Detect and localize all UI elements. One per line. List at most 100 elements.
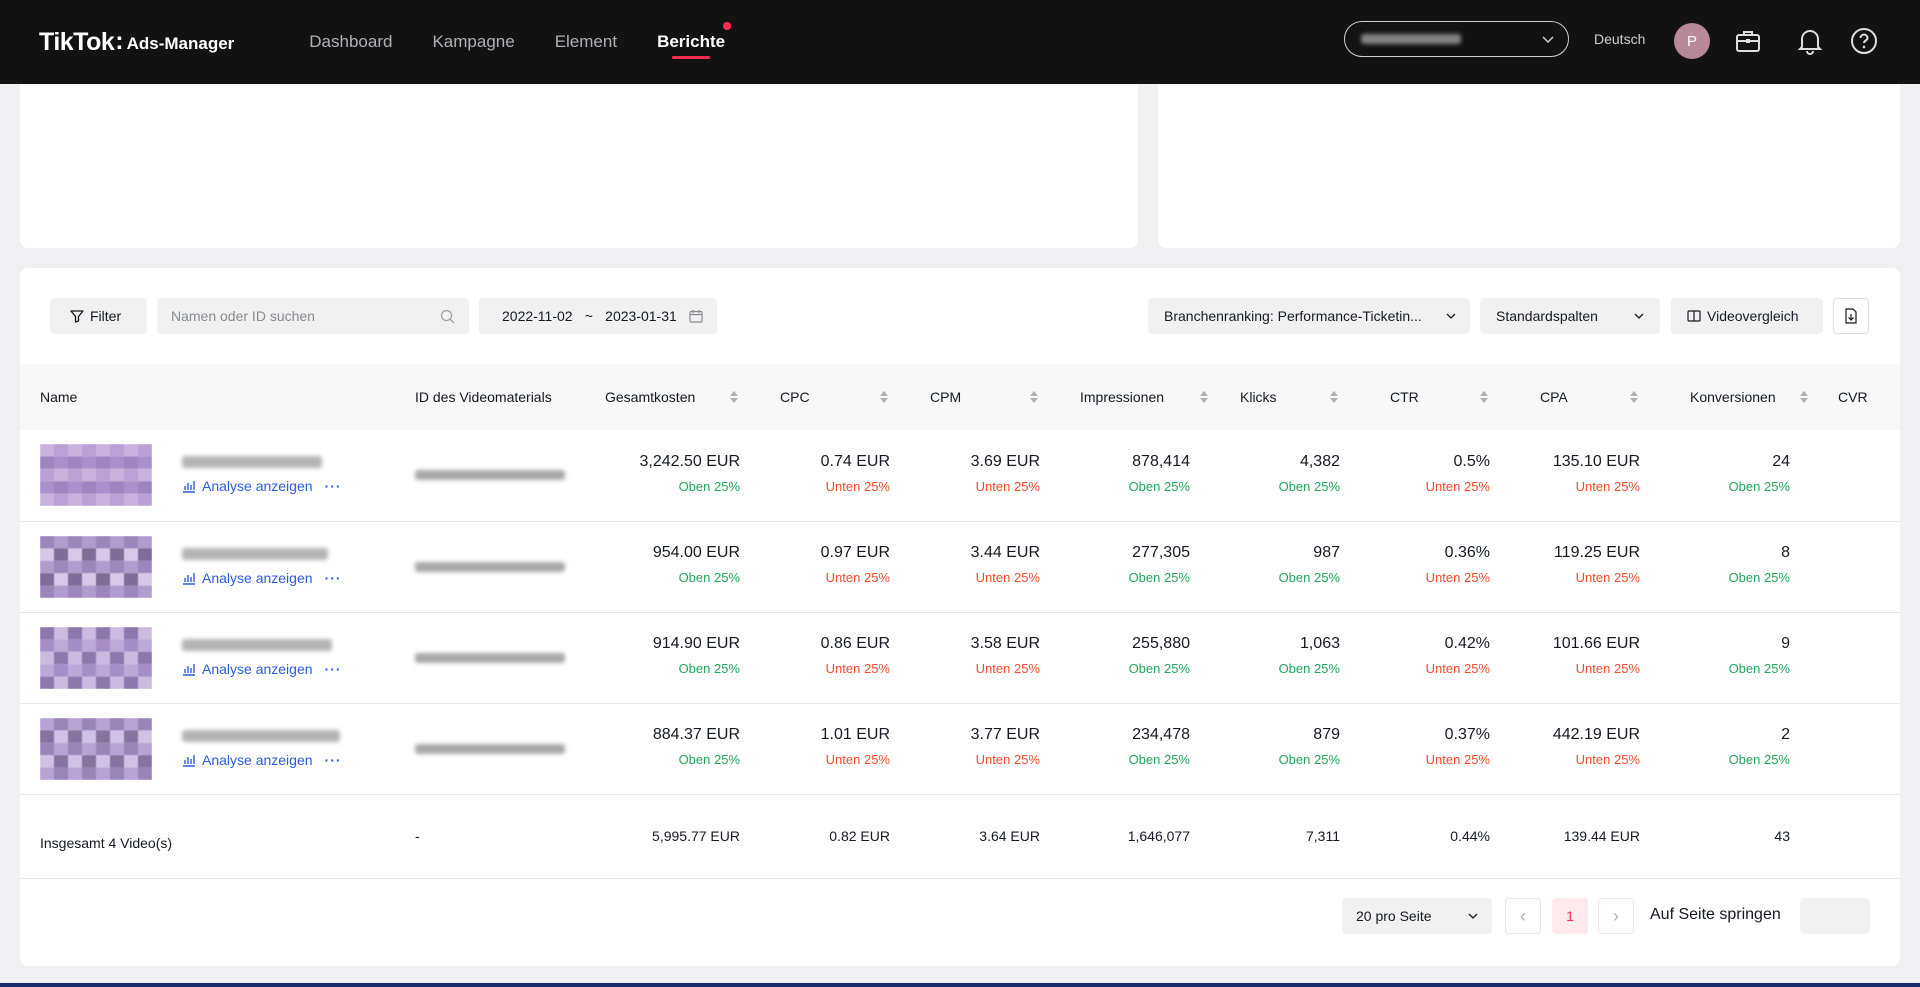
- header-gesamtkosten[interactable]: Gesamtkosten: [595, 364, 760, 430]
- analyse-link[interactable]: Analyse anzeigen ···: [182, 570, 342, 586]
- total-id: -: [415, 828, 420, 844]
- sort-icon[interactable]: [730, 391, 738, 403]
- name-cell: Analyse anzeigen ···: [20, 521, 405, 612]
- video-id-blurred: [415, 743, 565, 754]
- sort-icon[interactable]: [880, 391, 888, 403]
- video-id-blurred: [415, 561, 565, 572]
- help-icon[interactable]: [1846, 23, 1882, 59]
- header-cvr[interactable]: CVR: [1810, 364, 1900, 430]
- total-cpm-cell: 3.64 EUR: [910, 794, 1060, 878]
- analyse-link[interactable]: Analyse anzeigen ···: [182, 661, 342, 677]
- next-page-button[interactable]: ›: [1598, 898, 1634, 934]
- table-row[interactable]: Analyse anzeigen ··· 914.90 EUR Oben 25%…: [20, 612, 1900, 703]
- jump-to-page-input[interactable]: [1800, 898, 1870, 934]
- header-konversionen[interactable]: Konversionen: [1660, 364, 1810, 430]
- gesamtkosten-value: 914.90 EUR: [652, 635, 740, 652]
- nav-element-label: Element: [554, 32, 618, 51]
- more-options-icon[interactable]: ···: [325, 752, 342, 768]
- video-file-name-blurred: [182, 456, 322, 469]
- analyse-link[interactable]: Analyse anzeigen ···: [182, 478, 342, 494]
- chevron-left-icon: ‹: [1520, 905, 1526, 926]
- sort-icon[interactable]: [1330, 391, 1338, 403]
- sort-icon[interactable]: [1030, 391, 1038, 403]
- total-impressionen: 1,646,077: [1127, 828, 1190, 844]
- header-ctr[interactable]: CTR: [1360, 364, 1510, 430]
- cpm-ranking-tag: Unten 25%: [975, 752, 1040, 767]
- avatar[interactable]: P: [1674, 23, 1710, 59]
- cpa-value: 119.25 EUR: [1554, 544, 1640, 561]
- nav-berichte[interactable]: Berichte: [637, 0, 745, 84]
- ctr-ranking-tag: Unten 25%: [1425, 752, 1490, 767]
- header-impressionen[interactable]: Impressionen: [1060, 364, 1210, 430]
- columns-select[interactable]: Standardspalten: [1480, 298, 1660, 334]
- header-name: Name: [20, 364, 405, 430]
- analyse-link[interactable]: Analyse anzeigen ···: [182, 752, 342, 768]
- gesamtkosten-cell: 3,242.50 EUR Oben 25%: [595, 430, 760, 521]
- cvr-cell: [1810, 430, 1900, 521]
- export-button[interactable]: [1833, 298, 1869, 334]
- video-thumbnail[interactable]: [40, 444, 152, 507]
- more-options-icon[interactable]: ···: [325, 478, 342, 494]
- header-cpc-label: CPC: [780, 389, 810, 405]
- search-input[interactable]: [171, 308, 421, 324]
- video-thumbnail[interactable]: [40, 626, 152, 689]
- briefcase-icon[interactable]: [1730, 23, 1766, 59]
- header-video-id: ID des Videomaterials: [405, 364, 595, 430]
- gesamtkosten-ranking-tag: Oben 25%: [678, 478, 740, 494]
- table-row[interactable]: Analyse anzeigen ··· 954.00 EUR Oben 25%…: [20, 521, 1900, 612]
- account-select[interactable]: [1344, 21, 1569, 57]
- cpc-value: 0.74 EUR: [820, 452, 890, 470]
- video-id-cell: [405, 430, 595, 521]
- cpc-value: 0.86 EUR: [820, 635, 890, 652]
- klicks-cell: 4,382 Oben 25%: [1210, 430, 1360, 521]
- more-options-icon[interactable]: ···: [325, 661, 342, 677]
- klicks-value: 4,382: [1299, 452, 1340, 470]
- video-id-cell: [405, 521, 595, 612]
- language-selector[interactable]: Deutsch: [1594, 31, 1645, 47]
- chevron-down-icon: [1542, 31, 1554, 47]
- cpm-cell: 3.77 EUR Unten 25%: [910, 703, 1060, 794]
- impressionen-cell: 878,414 Oben 25%: [1060, 430, 1210, 521]
- nav-kampagne[interactable]: Kampagne: [412, 0, 534, 84]
- table-row[interactable]: Analyse anzeigen ··· 3,242.50 EUR Oben 2…: [20, 430, 1900, 521]
- tiktok-ads-manager-logo[interactable]: TikTok : Ads-Manager: [39, 27, 234, 57]
- filter-button[interactable]: Filter: [50, 298, 147, 334]
- klicks-cell: 1,063 Oben 25%: [1210, 612, 1360, 703]
- video-thumbnail[interactable]: [40, 717, 152, 780]
- cpm-ranking-tag: Unten 25%: [975, 478, 1040, 494]
- nav-element[interactable]: Element: [535, 0, 637, 84]
- klicks-value: 879: [1313, 726, 1340, 743]
- page-number-current[interactable]: 1: [1552, 898, 1588, 934]
- cpa-value: 442.19 EUR: [1552, 726, 1640, 743]
- name-cell-inner: Analyse anzeigen ···: [40, 535, 395, 598]
- prev-page-button[interactable]: ‹: [1505, 898, 1541, 934]
- nav-dashboard[interactable]: Dashboard: [289, 0, 412, 84]
- industry-ranking-select[interactable]: Branchenranking: Performance-Ticketin...: [1148, 298, 1470, 334]
- bell-icon[interactable]: [1792, 23, 1828, 59]
- date-range-picker[interactable]: 2022-11-02 ~ 2023-01-31: [479, 298, 717, 334]
- konversionen-value: 2: [1781, 726, 1790, 743]
- header-impressionen-label: Impressionen: [1080, 389, 1165, 405]
- search-icon[interactable]: [440, 309, 455, 324]
- video-thumbnail[interactable]: [40, 535, 152, 598]
- header-cpa[interactable]: CPA: [1510, 364, 1660, 430]
- table-row[interactable]: Analyse anzeigen ··· 884.37 EUR Oben 25%…: [20, 703, 1900, 794]
- ctr-value: 0.36%: [1444, 544, 1490, 561]
- konversionen-cell: 24 Oben 25%: [1660, 430, 1810, 521]
- total-cpc-cell: 0.82 EUR: [760, 794, 910, 878]
- sort-icon[interactable]: [1200, 391, 1208, 403]
- sort-icon[interactable]: [1630, 391, 1638, 403]
- konversionen-ranking-tag: Oben 25%: [1728, 570, 1790, 585]
- header-cpm[interactable]: CPM: [910, 364, 1060, 430]
- sort-icon[interactable]: [1480, 391, 1488, 403]
- video-compare-button[interactable]: Videovergleich: [1671, 298, 1823, 334]
- header-cpc[interactable]: CPC: [760, 364, 910, 430]
- page-size-select[interactable]: 20 pro Seite: [1342, 898, 1492, 934]
- sort-icon[interactable]: [1800, 391, 1808, 403]
- gesamtkosten-ranking-tag: Oben 25%: [678, 570, 740, 585]
- video-compare-label: Videovergleich: [1707, 308, 1799, 324]
- more-options-icon[interactable]: ···: [325, 570, 342, 586]
- total-id-cell: -: [405, 794, 595, 878]
- header-klicks[interactable]: Klicks: [1210, 364, 1360, 430]
- total-impressionen-cell: 1,646,077: [1060, 794, 1210, 878]
